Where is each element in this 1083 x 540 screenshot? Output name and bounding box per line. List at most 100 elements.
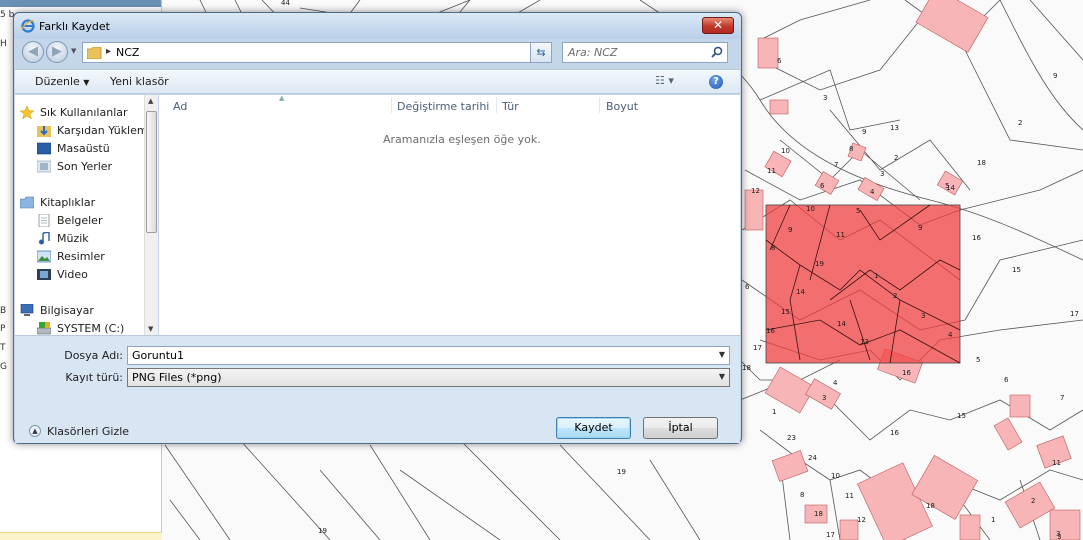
parcel-number-label: 16 (902, 369, 911, 377)
parcel-number-label: 5 (856, 207, 860, 215)
parcel-number-label: 19 (617, 468, 626, 476)
breadcrumb-current-folder[interactable]: NCZ (116, 46, 139, 59)
column-header-type[interactable]: Tür (502, 100, 519, 113)
filename-field[interactable]: Goruntu1 ▼ (127, 346, 730, 365)
address-bar[interactable]: ▸ NCZ ▼ (82, 42, 552, 63)
parcel-number-label: 10 (806, 205, 815, 213)
libraries-icon (20, 196, 34, 209)
column-header-date-modified[interactable]: Değiştirme tarihi (397, 100, 489, 113)
search-icon[interactable] (711, 46, 723, 58)
chevron-up-icon: ▲ (29, 425, 41, 437)
empty-results-message: Aramanızla eşleşen öğe yok. (383, 133, 541, 146)
nav-item-label: Video (57, 268, 88, 281)
parcel-number-label: 2 (893, 292, 897, 300)
chevron-down-icon: ▼ (83, 78, 90, 87)
dialog-titlebar[interactable]: Farklı Kaydet ✕ (14, 13, 741, 39)
folder-icon (87, 47, 102, 59)
breadcrumb-chevron-icon[interactable]: ▸ (106, 46, 111, 57)
column-header-name[interactable]: Ad (173, 100, 187, 113)
parcel-number-label: 13 (890, 124, 899, 132)
parcel-number-label: 6 (745, 283, 750, 291)
parcel-number-label: 11 (767, 167, 776, 175)
sort-indicator-icon: ▲ (279, 94, 285, 102)
panel-label: B (0, 306, 7, 316)
nav-scroll-thumb[interactable] (146, 111, 157, 233)
filetype-value[interactable]: PNG Files (*png) (132, 371, 222, 384)
nav-item-label: SYSTEM (C:) (57, 322, 125, 335)
parcel-number-label: 7 (1060, 394, 1064, 402)
filename-dropdown-icon[interactable]: ▼ (719, 350, 725, 359)
panel-header-bar (0, 0, 161, 7)
help-icon[interactable]: ? (709, 75, 723, 89)
parcel-number-label: 15 (957, 412, 966, 420)
column-separator[interactable] (391, 97, 392, 113)
back-arrow-icon[interactable]: ◀ (22, 41, 44, 63)
drive-icon (37, 322, 51, 335)
forward-arrow-icon[interactable]: ▶ (46, 41, 68, 63)
scroll-down-icon[interactable]: ▼ (148, 325, 153, 333)
parcel-number-label: 18 (742, 364, 751, 372)
parcel-number-label: 24 (808, 454, 817, 462)
parcel-number-label: 9 (788, 226, 792, 234)
parcel-number-label: 1 (991, 516, 995, 524)
parcel-number-label: 17 (1070, 310, 1079, 318)
search-input[interactable]: Ara: NCZ (568, 46, 617, 59)
filename-value[interactable]: Goruntu1 (132, 349, 184, 362)
parcel-number-label: 10 (831, 472, 840, 480)
filetype-dropdown-icon[interactable]: ▼ (719, 372, 725, 381)
organize-menu[interactable]: Düzenle ▼ (35, 75, 89, 88)
desktop-icon (37, 142, 51, 155)
parcel-number-label: 6 (777, 57, 782, 65)
parcel-number-label: 3 (823, 94, 827, 102)
parcel-number-label: 19 (318, 527, 327, 535)
pictures-icon (37, 250, 51, 263)
parcel-number-label: 3 (1057, 533, 1061, 540)
nav-scrollbar[interactable]: ▲ ▼ (144, 95, 158, 335)
parcel-number-label: 6 (1004, 376, 1009, 384)
column-header-size[interactable]: Boyut (606, 100, 638, 113)
computer-icon (20, 304, 34, 316)
panel-status-strip (0, 532, 162, 540)
parcel-number-label: 3 (921, 312, 925, 320)
recent-dropdown-icon[interactable]: ▼ (71, 47, 76, 55)
parcel-number-label: 18 (977, 159, 986, 167)
nav-item-label: Masaüstü (57, 142, 110, 155)
column-separator[interactable] (599, 97, 600, 113)
file-list[interactable]: Ad ▲ Değiştirme tarihi Tür Boyut Aramanı… (159, 94, 740, 335)
parcel-number-label: 18 (926, 502, 935, 510)
command-bar: Düzenle ▼ Yeni klasör ☷ ▾ ? (15, 69, 740, 94)
search-box[interactable]: Ara: NCZ (562, 42, 728, 63)
new-folder-button[interactable]: Yeni klasör (110, 75, 169, 88)
view-options-icon[interactable]: ☷ ▾ (655, 74, 674, 87)
close-button[interactable]: ✕ (702, 17, 734, 34)
recent-places-icon (37, 160, 51, 173)
navigation-pane: Sık Kullanılanlar Karşıdan Yüklem Masaüs… (15, 95, 158, 335)
parcel-number-label: 11 (845, 492, 854, 500)
cancel-button[interactable]: İptal (643, 417, 718, 439)
dialog-title: Farklı Kaydet (39, 20, 110, 33)
downloads-icon (37, 126, 51, 137)
parcel-number-label: 4 (948, 331, 953, 339)
parcel-number-label: 9 (1053, 72, 1057, 80)
parcel-number-label: 6 (820, 182, 825, 190)
parcel-number-label: 14 (837, 320, 846, 328)
parcel-number-label: 17 (826, 531, 835, 539)
scroll-up-icon[interactable]: ▲ (148, 97, 153, 105)
refresh-icon[interactable]: ⇆ (530, 42, 552, 63)
video-icon (37, 269, 51, 280)
parcel-number-label: 17 (753, 344, 762, 352)
parcel-number-label: 8 (771, 244, 775, 252)
dialog-footer: Dosya Adı: Goruntu1 ▼ Kayıt türü: PNG Fi… (15, 335, 740, 443)
star-icon (20, 106, 34, 119)
parcel-number-label: 16 (890, 429, 899, 437)
parcel-number-label: 3 (880, 170, 884, 178)
parcel-number-label: 19 (815, 260, 824, 268)
column-separator[interactable] (496, 97, 497, 113)
parcel-number-label: 2 (1031, 497, 1035, 505)
save-button[interactable]: Kaydet (556, 417, 631, 439)
organize-label: Düzenle (35, 75, 80, 88)
panel-label: G (0, 362, 7, 372)
filetype-select[interactable]: PNG Files (*png) ▼ (127, 368, 730, 387)
documents-icon (38, 214, 50, 227)
nav-item-label: Kitaplıklar (40, 196, 96, 209)
